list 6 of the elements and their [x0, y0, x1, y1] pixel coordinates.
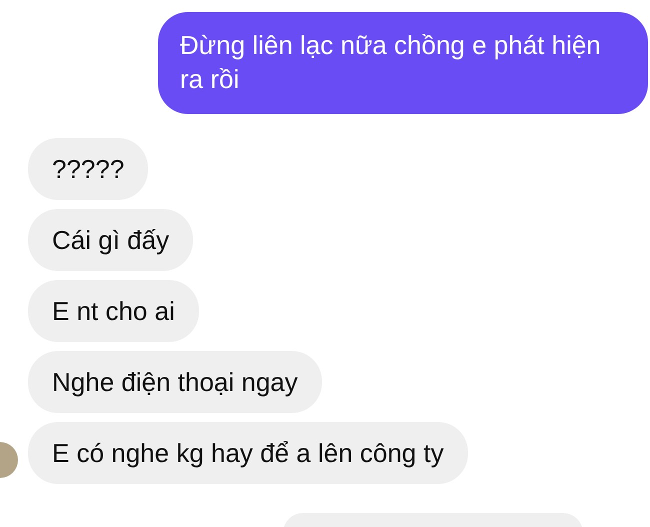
message-bubble: ?????: [28, 138, 148, 200]
message-bubble: Nghe điện thoại ngay: [28, 351, 322, 413]
message-bubble: Cái gì đấy: [28, 209, 194, 271]
message-bubble: Đừng liên lạc nữa chồng e phát hiện ra rồi: [158, 12, 648, 114]
message-bubble: E nt cho ai: [28, 280, 199, 342]
message-bubble: E có nghe kg hay để a lên công ty: [28, 422, 468, 484]
